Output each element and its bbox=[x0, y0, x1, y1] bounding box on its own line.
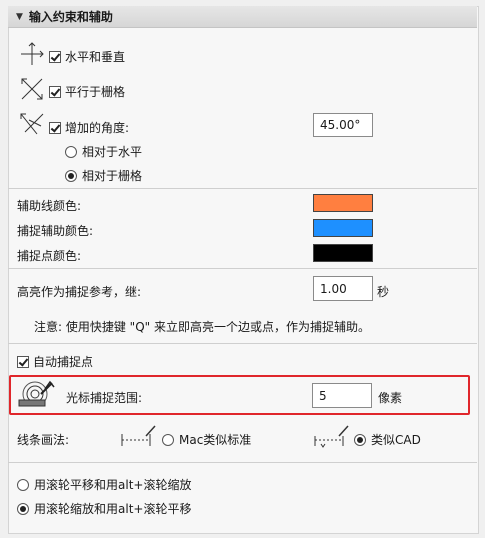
guide-line-color-swatch[interactable] bbox=[313, 194, 373, 212]
angle-value-field[interactable]: 45.00° bbox=[313, 113, 373, 137]
mac-standard-label: Mac类似标准 bbox=[179, 433, 252, 447]
parallel-grid-label: 平行于栅格 bbox=[65, 85, 126, 99]
cad-like-radio[interactable]: 类似CAD bbox=[354, 431, 421, 448]
cad-like-radio-button[interactable] bbox=[354, 433, 366, 446]
relative-horizontal-label: 相对于水平 bbox=[82, 145, 143, 159]
parallel-grid-check[interactable] bbox=[49, 85, 61, 98]
horizontal-vertical-label: 水平和垂直 bbox=[65, 50, 126, 64]
angle-increment-checkbox[interactable]: 增加的角度: bbox=[49, 119, 129, 136]
wheel-zoom-radio-button[interactable] bbox=[17, 502, 29, 515]
snap-point-color-label: 捕捉点颜色: bbox=[17, 249, 82, 263]
angle-value: 45.00° bbox=[320, 118, 361, 132]
parallel-grid-checkbox[interactable]: 平行于栅格 bbox=[49, 83, 125, 100]
horizontal-vertical-check[interactable] bbox=[49, 50, 61, 63]
grid-parallel-icon bbox=[21, 78, 43, 100]
angle-increment-label: 增加的角度: bbox=[65, 121, 130, 135]
snap-guide-color-swatch[interactable] bbox=[313, 219, 373, 237]
wheel-pan-radio-button[interactable] bbox=[17, 478, 29, 491]
section-header[interactable]: ▼ 输入约束和辅助 bbox=[8, 6, 477, 28]
wheel-zoom-radio[interactable]: 用滚轮缩放和用alt+滚轮平移 bbox=[17, 500, 191, 517]
cursor-snap-range-icon bbox=[18, 380, 55, 407]
wheel-pan-radio[interactable]: 用滚轮平移和用alt+滚轮缩放 bbox=[17, 476, 191, 493]
mac-standard-line-icon bbox=[121, 425, 156, 446]
divider bbox=[8, 268, 477, 269]
collapse-triangle-icon[interactable]: ▼ bbox=[16, 12, 23, 22]
wheel-zoom-label: 用滚轮缩放和用alt+滚轮平移 bbox=[34, 502, 192, 516]
highlight-duration-label: 高亮作为捕捉参考，继: bbox=[17, 285, 142, 299]
cad-line-icon bbox=[314, 425, 349, 448]
relative-grid-radio[interactable]: 相对于栅格 bbox=[65, 167, 142, 184]
relative-horizontal-radio[interactable]: 相对于水平 bbox=[65, 143, 142, 160]
auto-snap-check[interactable] bbox=[17, 355, 29, 368]
cursor-snap-range-unit: 像素 bbox=[378, 391, 403, 405]
auto-snap-label: 自动捕捉点 bbox=[33, 355, 94, 369]
line-method-label: 线条画法: bbox=[17, 433, 70, 447]
cursor-snap-range-field[interactable]: 5 bbox=[312, 383, 372, 408]
mac-standard-radio-button[interactable] bbox=[162, 433, 174, 446]
wheel-pan-label: 用滚轮平移和用alt+滚轮缩放 bbox=[34, 478, 192, 492]
snap-point-color-swatch[interactable] bbox=[313, 244, 373, 262]
mac-standard-radio[interactable]: Mac类似标准 bbox=[162, 431, 251, 448]
divider bbox=[8, 462, 477, 463]
highlight-duration-field[interactable]: 1.00 bbox=[313, 276, 373, 301]
snap-guide-color-label: 捕捉辅助颜色: bbox=[17, 224, 94, 238]
cursor-snap-range-value: 5 bbox=[319, 388, 327, 403]
angle-increment-icon bbox=[20, 113, 44, 135]
guide-line-color-label: 辅助线颜色: bbox=[17, 199, 82, 213]
orthogonal-constraint-icon bbox=[21, 42, 44, 65]
angle-increment-check[interactable] bbox=[49, 121, 61, 134]
highlight-duration-value: 1.00 bbox=[320, 281, 347, 296]
cad-like-label: 类似CAD bbox=[371, 433, 421, 447]
section-title: 输入约束和辅助 bbox=[28, 10, 113, 24]
cursor-snap-range-label: 光标捕捉范围: bbox=[66, 391, 143, 405]
divider bbox=[8, 188, 477, 189]
divider bbox=[8, 343, 477, 344]
snap-note-text: 注意: 使用快捷键 "Q" 来立即高亮一个边或点，作为捕捉辅助。 bbox=[34, 320, 370, 334]
horizontal-vertical-checkbox[interactable]: 水平和垂直 bbox=[49, 48, 125, 65]
relative-horizontal-radio-button[interactable] bbox=[65, 145, 77, 158]
highlight-duration-unit: 秒 bbox=[377, 285, 390, 299]
relative-grid-radio-button[interactable] bbox=[65, 169, 77, 182]
auto-snap-checkbox[interactable]: 自动捕捉点 bbox=[17, 353, 93, 370]
relative-grid-label: 相对于栅格 bbox=[82, 169, 143, 183]
